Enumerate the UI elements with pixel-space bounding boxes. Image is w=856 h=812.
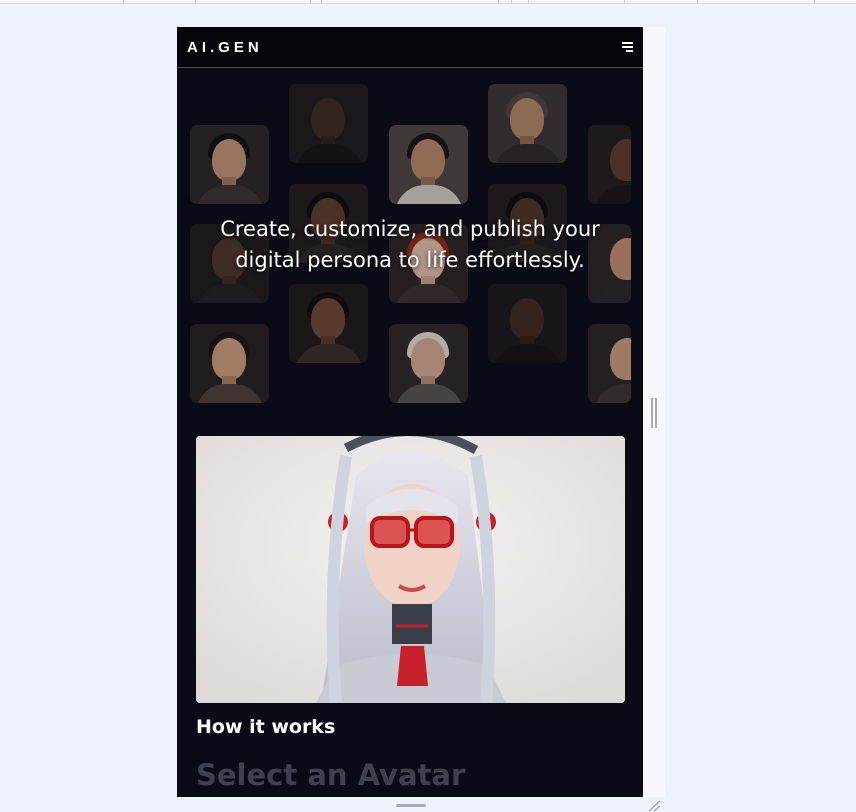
top-ruler (0, 0, 856, 4)
hero-tagline-line2: digital persona to life effortlessly. (235, 248, 585, 272)
hero-section: Create, customize, and publish your digi… (177, 69, 643, 414)
mobile-viewport: AI.GEN Create, customize, and publish yo… (177, 27, 643, 797)
hamburger-menu-icon[interactable] (619, 41, 633, 53)
avatar-illustration (196, 436, 625, 703)
select-avatar-heading: Select an Avatar (196, 758, 466, 792)
navbar: AI.GEN (177, 27, 643, 68)
hero-tagline: Create, customize, and publish your digi… (177, 214, 643, 276)
corner-resize-icon[interactable] (647, 800, 661, 812)
brand-logo[interactable]: AI.GEN (187, 39, 263, 56)
feature-avatar-image (196, 436, 625, 703)
horizontal-resize-handle[interactable] (396, 804, 426, 807)
vertical-resize-handle[interactable] (651, 398, 657, 428)
hero-tagline-line1: Create, customize, and publish your (220, 217, 600, 241)
how-it-works-heading: How it works (196, 716, 336, 738)
